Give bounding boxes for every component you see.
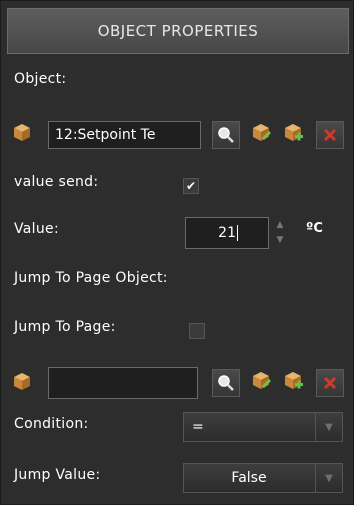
chevron-down-icon[interactable]: ▼ [315,464,342,492]
chevron-down-icon[interactable]: ▼ [315,413,342,441]
object-box-icon [14,124,30,141]
panel-title: OBJECT PROPERTIES [97,22,259,40]
condition-select[interactable]: = ▼ [183,412,343,442]
jump-to-page-object-label: Jump To Page Object: [14,270,168,286]
jump-value-selected: False [231,470,267,486]
add-jump-object-icon[interactable] [283,370,303,390]
object-field-value: 12:Setpoint Te [55,127,156,143]
delete-icon [323,376,337,390]
value-label: Value: [14,221,59,237]
edit-jump-object-icon[interactable] [251,370,271,390]
checkmark-icon: ✔ [185,179,197,193]
jump-value-select[interactable]: False ▼ [183,463,343,493]
jump-object-box-icon [14,373,30,390]
jump-object-delete-button[interactable] [316,369,344,397]
value-input[interactable]: 21 [185,217,269,249]
search-icon [218,127,234,143]
jump-to-page-label: Jump To Page: [14,319,116,335]
panel-header: OBJECT PROPERTIES [7,8,349,54]
jump-object-search-button[interactable] [212,369,240,397]
condition-selected: = [192,419,204,435]
jump-to-page-checkbox[interactable] [189,323,205,339]
add-object-icon[interactable] [283,122,303,142]
value-send-checkbox[interactable]: ✔ [183,178,199,194]
value-unit: ºC [306,221,323,236]
object-label: Object: [14,71,67,87]
value-send-label: value send: [14,174,99,190]
value-stepper[interactable]: ▲ ▼ [271,217,289,249]
condition-label: Condition: [14,416,89,432]
stepper-up-icon[interactable]: ▲ [271,217,289,232]
object-properties-panel: OBJECT PROPERTIES Object: 12:Setpoint Te [0,0,354,505]
object-field[interactable]: 12:Setpoint Te [48,121,201,149]
stepper-down-icon[interactable]: ▼ [271,232,289,247]
object-search-button[interactable] [212,121,240,149]
value-input-text: 21 [218,225,236,241]
jump-object-field[interactable] [48,367,198,399]
jump-value-label: Jump Value: [14,467,101,483]
delete-icon [323,128,337,142]
object-delete-button[interactable] [316,121,344,149]
search-icon [218,375,234,391]
edit-object-icon[interactable] [251,122,271,142]
